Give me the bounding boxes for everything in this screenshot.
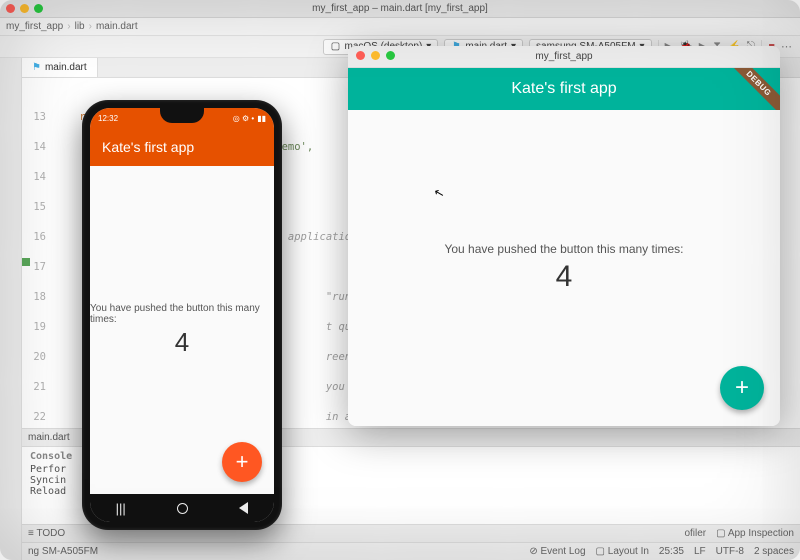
phone-appbar: Kate's first app — [90, 128, 274, 166]
phone-app-title: Kate's first app — [102, 139, 194, 155]
debug-banner-label: DEBUG — [726, 68, 780, 116]
todo-tab[interactable]: ≡ TODO — [28, 528, 65, 539]
phone-notch — [160, 108, 204, 123]
signal-icon: ▮▮ — [257, 114, 266, 123]
phone-nav-bar: ||| — [90, 494, 274, 522]
editor-tab-label: main.dart — [45, 62, 87, 73]
phone-fab-add-button[interactable]: + — [222, 442, 262, 482]
close-icon[interactable] — [6, 4, 15, 13]
recent-apps-button[interactable]: ||| — [116, 501, 126, 516]
bottom-tab-main[interactable]: main.dart — [28, 432, 70, 443]
minimize-icon[interactable] — [371, 51, 380, 60]
gutter-marker — [22, 258, 30, 266]
breadcrumb[interactable]: my_first_app › lib › main.dart — [0, 18, 800, 36]
status-caret-pos[interactable]: 25:35 — [659, 546, 684, 557]
flutter-icon: ⚑ — [32, 62, 41, 73]
desktop-app-body: ↖ You have pushed the button this many t… — [348, 110, 780, 426]
editor-tab-main[interactable]: ⚑ main.dart — [22, 58, 98, 77]
desktop-app-titlebar[interactable]: my_first_app — [348, 46, 780, 68]
crumb-folder[interactable]: lib — [75, 21, 85, 32]
chevron-right-icon: › — [67, 21, 70, 32]
ide-status-bar: ng SM-A505FM ⊘ Event Log ▢ Layout In 25:… — [22, 542, 800, 560]
phone-counter-value: 4 — [175, 327, 189, 358]
close-icon[interactable] — [356, 51, 365, 60]
crumb-project[interactable]: my_first_app — [6, 21, 63, 32]
mac-traffic-lights[interactable] — [356, 51, 395, 60]
status-icons: ◎ ⚙ • — [233, 114, 254, 123]
more-icon[interactable]: ⋯ — [781, 40, 792, 53]
chevron-right-icon: › — [89, 21, 92, 32]
phone-screen: 12:32 ◎ ⚙ • ▮▮ Kate's first app You have… — [90, 108, 274, 522]
maximize-icon[interactable] — [34, 4, 43, 13]
desktop-counter-value: 4 — [556, 260, 573, 294]
minimize-icon[interactable] — [20, 4, 29, 13]
phone-clock: 12:32 — [98, 114, 118, 123]
home-button[interactable] — [177, 503, 188, 514]
desktop-app-title: Kate's first app — [511, 80, 616, 98]
event-log-button[interactable]: ⊘ Event Log — [529, 546, 585, 557]
status-device[interactable]: ng SM-A505FM — [28, 546, 98, 557]
back-button[interactable] — [239, 502, 248, 514]
profiler-tab[interactable]: ofiler — [684, 528, 706, 539]
desktop-app-appbar: Kate's first app DEBUG — [348, 68, 780, 110]
status-line-ending[interactable]: LF — [694, 546, 706, 557]
status-encoding[interactable]: UTF-8 — [716, 546, 744, 557]
desktop-icon: ▢ — [330, 42, 340, 52]
status-indent[interactable]: 2 spaces — [754, 546, 794, 557]
maximize-icon[interactable] — [386, 51, 395, 60]
desktop-app-window[interactable]: my_first_app Kate's first app DEBUG ↖ Yo… — [348, 46, 780, 426]
cursor-icon: ↖ — [432, 185, 445, 201]
ide-window-title: my_first_app – main.dart [my_first_app] — [312, 3, 488, 14]
crumb-file[interactable]: main.dart — [96, 21, 138, 32]
ide-titlebar: my_first_app – main.dart [my_first_app] — [0, 0, 800, 18]
ide-left-gutter[interactable] — [0, 58, 22, 560]
desktop-fab-add-button[interactable]: + — [720, 366, 764, 410]
physical-phone: 12:32 ◎ ⚙ • ▮▮ Kate's first app You have… — [82, 100, 282, 530]
plus-icon: + — [735, 374, 749, 402]
phone-counter-label: You have pushed the button this many tim… — [90, 303, 274, 325]
desktop-counter-label: You have pushed the button this many tim… — [444, 242, 683, 256]
desktop-app-window-title: my_first_app — [535, 51, 592, 62]
layout-inspector-button[interactable]: ▢ Layout In — [596, 546, 649, 557]
mac-traffic-lights[interactable] — [6, 4, 43, 13]
phone-app-body: You have pushed the button this many tim… — [90, 166, 274, 494]
app-inspection-tab[interactable]: ▢ App Inspection — [716, 528, 794, 539]
plus-icon: + — [236, 449, 249, 475]
